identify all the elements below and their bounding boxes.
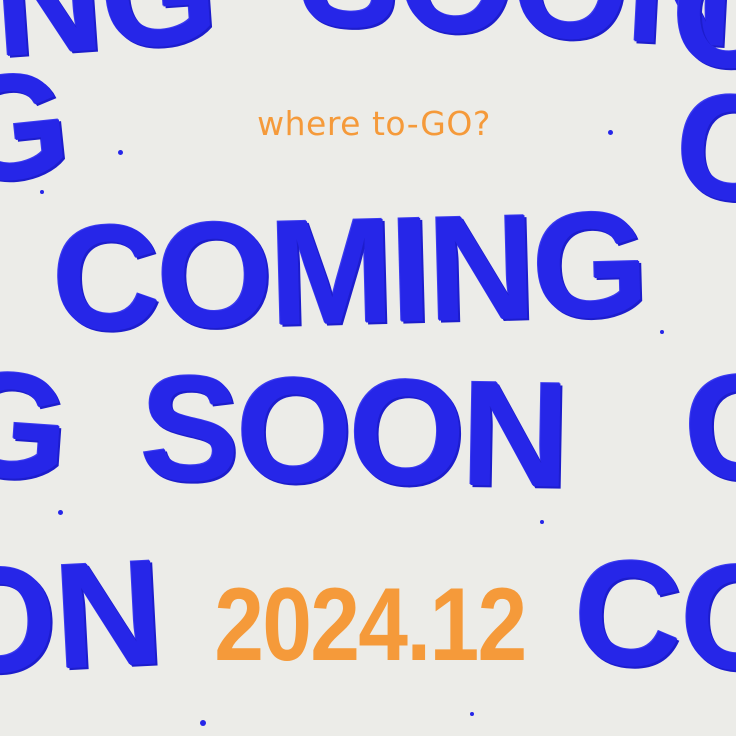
bg-word-right-2: C bbox=[679, 340, 736, 514]
ink-speck bbox=[470, 712, 474, 716]
tagline: where to-GO? bbox=[257, 104, 491, 143]
headline-coming: COMING bbox=[49, 179, 647, 363]
headline-soon: SOON bbox=[138, 343, 568, 519]
ink-speck bbox=[40, 190, 44, 194]
release-date: 2024.12 bbox=[214, 567, 527, 683]
ink-speck bbox=[608, 130, 613, 135]
ink-speck bbox=[200, 720, 206, 726]
ink-speck bbox=[118, 150, 123, 155]
bg-word-right-1: C bbox=[670, 59, 736, 235]
ink-speck bbox=[190, 16, 196, 22]
poster: NG SOON C G C G C ON CO where to-GO? COM… bbox=[0, 0, 736, 736]
ink-speck bbox=[660, 330, 664, 334]
ink-speck bbox=[58, 510, 63, 515]
ink-speck bbox=[540, 520, 544, 524]
bg-word-top-center: SOON bbox=[296, 0, 736, 78]
bg-word-left-2: G bbox=[0, 337, 73, 513]
